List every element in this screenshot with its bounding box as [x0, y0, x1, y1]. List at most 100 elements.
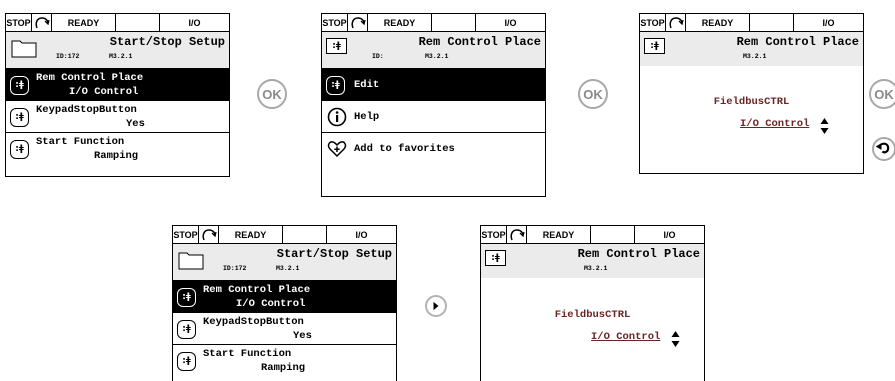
status-bar: STOP READY I/O	[173, 226, 396, 244]
rotation-icon	[199, 226, 219, 243]
parameter-name: Start Function	[203, 348, 292, 360]
screen-header: :ǂ Rem Control Place M3.2.1	[481, 244, 704, 278]
menu-item-help[interactable]: Help	[322, 101, 545, 133]
list-item[interactable]: :ǂ Rem Control Place I/O Control	[6, 69, 229, 101]
status-control-place: I/O	[663, 229, 676, 240]
heart-plus-icon	[327, 141, 347, 158]
status-control-place: I/O	[188, 17, 201, 28]
screen-header: :ǂ Rem Control Place ID: M3.2.1	[322, 32, 545, 69]
keypad-screen-edit: STOP READY I/O :ǂ Rem Control Place M3.2…	[639, 13, 864, 174]
menu-code: M3.2.1	[276, 265, 300, 272]
status-blank	[432, 14, 476, 31]
up-down-arrows-icon[interactable]	[820, 116, 829, 136]
param-badge-icon: :ǂ	[177, 352, 196, 371]
status-bar: STOP READY I/O	[640, 14, 863, 32]
parameter-id: ID:	[372, 53, 384, 60]
menu-code: M3.2.1	[425, 53, 449, 60]
param-badge-icon: :ǂ	[326, 76, 345, 95]
menu-code: M3.2.1	[743, 53, 767, 60]
parameter-id: ID:172	[223, 265, 247, 272]
status-control-place: I/O	[822, 17, 835, 28]
status-stop: STOP	[173, 226, 199, 243]
parameter-value: I/O Control	[69, 86, 139, 98]
menu-code: M3.2.1	[584, 265, 608, 272]
menu-item-add-favorite[interactable]: Add to favorites	[322, 133, 545, 165]
menu-item-label: Help	[354, 111, 380, 123]
status-stop: STOP	[481, 226, 507, 243]
screen-header: Start/Stop Setup ID:172 M3.2.1	[6, 32, 229, 69]
screen-header: :ǂ Rem Control Place M3.2.1	[640, 32, 863, 66]
status-blank	[591, 226, 635, 243]
param-badge-icon: :ǂ	[10, 76, 29, 95]
status-blank	[283, 226, 327, 243]
option-current[interactable]: I/O Control	[591, 331, 660, 343]
list-item[interactable]: :ǂ KeypadStopButton Yes	[173, 313, 396, 345]
status-ready: READY	[52, 14, 116, 31]
keypad-screen-edit-repeat: STOP READY I/O :ǂ Rem Control Place M3.2…	[480, 225, 705, 381]
rotation-icon	[32, 14, 52, 31]
status-bar: STOP READY I/O	[322, 14, 545, 32]
keypad-screen-context-menu: STOP READY I/O :ǂ Rem Control Place ID: …	[321, 13, 546, 197]
status-control-place: I/O	[504, 17, 517, 28]
param-badge-icon: :ǂ	[485, 250, 506, 266]
page-title: Start/Stop Setup	[276, 247, 392, 261]
page-title: Rem Control Place	[418, 35, 541, 49]
ok-button[interactable]: OK	[578, 79, 608, 109]
parameter-value: I/O Control	[236, 298, 306, 310]
option-above: FieldbusCTRL	[554, 309, 631, 321]
status-stop: STOP	[640, 14, 666, 31]
info-icon	[327, 107, 347, 127]
status-bar: STOP READY I/O	[6, 14, 229, 32]
right-arrow-icon[interactable]	[425, 295, 447, 317]
parameter-name: Rem Control Place	[203, 284, 311, 296]
status-ready: READY	[219, 226, 283, 243]
up-down-arrows-icon[interactable]	[671, 329, 680, 349]
option-above: FieldbusCTRL	[713, 96, 790, 108]
parameter-name: KeypadStopButton	[203, 316, 304, 328]
parameter-value: Ramping	[94, 150, 139, 162]
back-arrow-icon[interactable]	[872, 137, 895, 161]
page-title: Start/Stop Setup	[109, 35, 225, 49]
list-item[interactable]: :ǂ Start Function Ramping	[173, 345, 396, 377]
status-stop: STOP	[6, 14, 32, 31]
ok-button[interactable]: OK	[869, 79, 895, 109]
param-badge-icon: :ǂ	[10, 108, 29, 127]
parameter-name: KeypadStopButton	[36, 104, 137, 116]
status-blank	[116, 14, 160, 31]
param-badge-icon: :ǂ	[177, 288, 196, 307]
status-control-place: I/O	[355, 229, 368, 240]
status-ready: READY	[368, 14, 432, 31]
parameter-value: Yes	[126, 118, 145, 130]
param-badge-icon: :ǂ	[10, 140, 29, 159]
parameter-name: Start Function	[36, 136, 125, 148]
rotation-icon	[666, 14, 686, 31]
list-item[interactable]: :ǂ Start Function Ramping	[6, 133, 229, 165]
status-bar: STOP READY I/O	[481, 226, 704, 244]
keypad-screen-menu: STOP READY I/O Start/Stop Setup ID:172 M…	[5, 13, 230, 177]
param-badge-icon: :ǂ	[644, 38, 665, 54]
rotation-icon	[507, 226, 527, 243]
parameter-value: Yes	[293, 330, 312, 342]
menu-item-edit[interactable]: :ǂ Edit	[322, 69, 545, 101]
page-title: Rem Control Place	[736, 35, 859, 49]
status-ready: READY	[686, 14, 750, 31]
folder-icon	[11, 40, 37, 58]
status-blank	[750, 14, 794, 31]
parameter-id: ID:172	[56, 53, 80, 60]
menu-item-label: Add to favorites	[354, 143, 455, 155]
menu-code: M3.2.1	[109, 53, 133, 60]
status-ready: READY	[527, 226, 591, 243]
page-title: Rem Control Place	[577, 247, 700, 261]
list-item[interactable]: :ǂ KeypadStopButton Yes	[6, 101, 229, 133]
parameter-value: Ramping	[261, 362, 306, 374]
ok-button[interactable]: OK	[257, 79, 287, 109]
list-item[interactable]: :ǂ Rem Control Place I/O Control	[173, 281, 396, 313]
param-badge-icon: :ǂ	[177, 320, 196, 339]
screen-header: Start/Stop Setup ID:172 M3.2.1	[173, 244, 396, 281]
parameter-name: Rem Control Place	[36, 72, 144, 84]
folder-icon	[178, 252, 204, 270]
rotation-icon	[348, 14, 368, 31]
status-stop: STOP	[322, 14, 348, 31]
menu-item-label: Edit	[354, 79, 380, 91]
option-current[interactable]: I/O Control	[740, 118, 809, 130]
